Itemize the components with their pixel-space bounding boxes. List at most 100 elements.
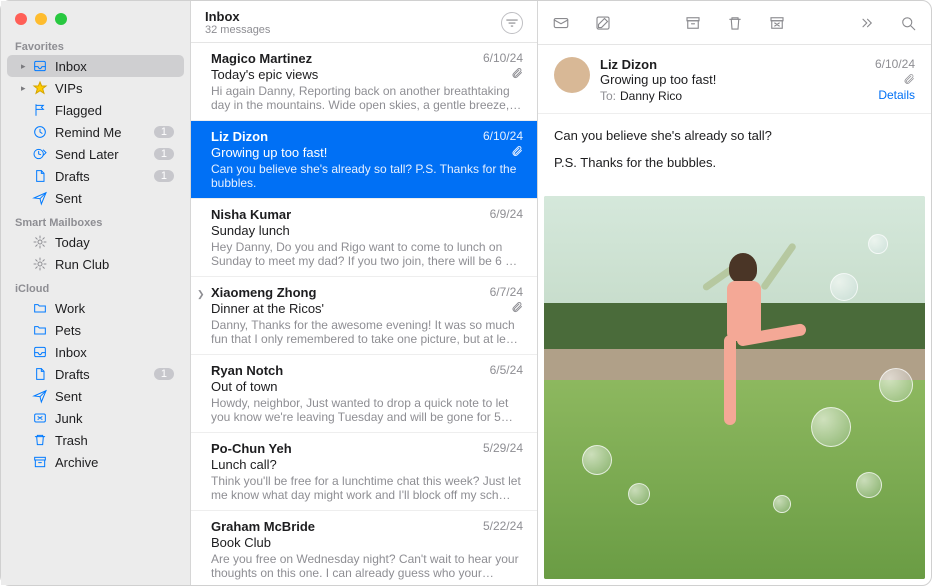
subject: Out of town — [211, 379, 523, 394]
sidebar-item-today[interactable]: ▸Today — [7, 231, 184, 253]
folder-icon — [31, 322, 49, 338]
zoom-window-button[interactable] — [55, 13, 67, 25]
subject: Sunday lunch — [211, 223, 523, 238]
sidebar-item-trash[interactable]: ▸Trash — [7, 429, 184, 451]
sidebar-item-label: Today — [55, 235, 174, 250]
date: 5/29/24 — [483, 441, 523, 456]
date: 6/7/24 — [490, 285, 523, 300]
message-header: Liz Dizon Growing up too fast! To:Danny … — [538, 45, 931, 114]
doc-icon — [31, 366, 49, 382]
paperclip-icon — [511, 301, 523, 316]
clock-icon — [31, 124, 49, 140]
sidebar-item-sendlater[interactable]: ▸Send Later1 — [7, 143, 184, 165]
window-controls — [1, 1, 190, 33]
sender: Liz Dizon — [211, 129, 483, 144]
badge: 1 — [154, 170, 174, 182]
sidebar-item-label: Drafts — [55, 367, 154, 382]
paperclip-icon — [511, 145, 523, 160]
thread-chevron-icon: ❯ — [197, 289, 205, 300]
message-list-item[interactable]: Liz Dizon6/10/24Growing up too fast! Can … — [191, 121, 537, 199]
tray-icon — [31, 344, 49, 360]
sidebar-item-vips[interactable]: ▸VIPs — [7, 77, 184, 99]
mailbox-title: Inbox — [205, 9, 501, 24]
mailbox-count: 32 messages — [205, 24, 501, 36]
doc-icon — [31, 168, 49, 184]
disclosure-icon: ▸ — [21, 83, 31, 94]
sidebar-item-label: Run Club — [55, 257, 174, 272]
star-icon — [31, 80, 49, 96]
tray-icon — [31, 58, 49, 74]
sidebar-item-pets[interactable]: ▸Pets — [7, 319, 184, 341]
message-list-item[interactable]: Ryan Notch6/5/24Out of townHowdy, neighb… — [191, 355, 537, 433]
message-list[interactable]: Magico Martinez6/10/24Today's epic views… — [191, 43, 537, 585]
sidebar: Favorites ▸Inbox▸VIPs▸Flagged▸Remind Me1… — [1, 1, 191, 585]
message-list-item[interactable]: Po-Chun Yeh5/29/24Lunch call? Think you'l… — [191, 433, 537, 511]
attachment-icon — [903, 73, 915, 85]
paperplane-icon — [31, 388, 49, 404]
sidebar-item-csent[interactable]: ▸Sent — [7, 385, 184, 407]
sidebar-item-archive[interactable]: ▸Archive — [7, 451, 184, 473]
preview-text: Are you free on Wednesday night? Can't w… — [211, 552, 523, 580]
subject: Lunch call? — [211, 457, 523, 472]
sidebar-item-runclub[interactable]: ▸Run Club — [7, 253, 184, 275]
subject: Growing up too fast! — [211, 145, 507, 160]
badge: 1 — [154, 148, 174, 160]
message-list-item[interactable]: Magico Martinez6/10/24Today's epic views… — [191, 43, 537, 121]
recipient: To:Danny Rico — [600, 89, 682, 103]
clock-send-icon — [31, 146, 49, 162]
subject: Dinner at the Ricos' — [211, 301, 507, 316]
sidebar-item-label: Send Later — [55, 147, 154, 162]
sender: Ryan Notch — [211, 363, 490, 378]
xbox-icon — [31, 410, 49, 426]
sidebar-item-drafts[interactable]: ▸Drafts1 — [7, 165, 184, 187]
junk-button[interactable] — [766, 12, 788, 34]
details-link[interactable]: Details — [875, 88, 915, 102]
sidebar-item-junk[interactable]: ▸Junk — [7, 407, 184, 429]
preview-text: Think you'll be free for a lunchtime cha… — [211, 474, 523, 502]
delete-button[interactable] — [724, 12, 746, 34]
filter-button[interactable] — [501, 12, 523, 34]
sender: Xiaomeng Zhong — [211, 285, 490, 300]
sidebar-item-remindme[interactable]: ▸Remind Me1 — [7, 121, 184, 143]
compose-button[interactable] — [592, 12, 614, 34]
sender-avatar — [554, 57, 590, 93]
sidebar-item-cinbox[interactable]: ▸Inbox — [7, 341, 184, 363]
sidebar-item-label: Junk — [55, 411, 174, 426]
sidebar-item-inbox[interactable]: ▸Inbox — [7, 55, 184, 77]
message-list-item[interactable]: Graham McBride5/22/24Book ClubAre you fr… — [191, 511, 537, 585]
search-button[interactable] — [897, 12, 919, 34]
badge: 1 — [154, 368, 174, 380]
message-body: Can you believe she's already so tall? P… — [538, 114, 931, 196]
gear-gray-icon — [31, 256, 49, 272]
date: 6/5/24 — [490, 363, 523, 378]
sender: Po-Chun Yeh — [211, 441, 483, 456]
date: 6/9/24 — [490, 207, 523, 222]
sidebar-item-flagged[interactable]: ▸Flagged — [7, 99, 184, 121]
date: 6/10/24 — [483, 129, 523, 144]
sidebar-item-cdrafts[interactable]: ▸Drafts1 — [7, 363, 184, 385]
message-list-pane: Inbox 32 messages Magico Martinez6/10/24… — [191, 1, 538, 585]
sender: Magico Martinez — [211, 51, 483, 66]
date: 5/22/24 — [483, 519, 523, 534]
paperclip-icon — [511, 67, 523, 82]
sidebar-item-label: Drafts — [55, 169, 154, 184]
sidebar-item-sent[interactable]: ▸Sent — [7, 187, 184, 209]
reply-button[interactable] — [550, 12, 572, 34]
preview-text: Danny, Thanks for the awesome evening! I… — [211, 318, 523, 346]
archive-button[interactable] — [682, 12, 704, 34]
message-date: 6/10/24 — [875, 57, 915, 71]
more-button[interactable] — [855, 12, 877, 34]
sidebar-item-label: Work — [55, 301, 174, 316]
minimize-window-button[interactable] — [35, 13, 47, 25]
message-list-item[interactable]: ❯ Xiaomeng Zhong6/7/24Dinner at the Ricos… — [191, 277, 537, 355]
message-list-item[interactable]: Nisha Kumar6/9/24Sunday lunchHey Danny, … — [191, 199, 537, 277]
close-window-button[interactable] — [15, 13, 27, 25]
sidebar-item-work[interactable]: ▸Work — [7, 297, 184, 319]
sidebar-item-label: Remind Me — [55, 125, 154, 140]
preview-text: Hi again Danny, Reporting back on anothe… — [211, 84, 523, 112]
preview-text: Hey Danny, Do you and Rigo want to come … — [211, 240, 523, 268]
subject: Book Club — [211, 535, 523, 550]
flag-icon — [31, 102, 49, 118]
toolbar — [538, 1, 931, 45]
preview-text: Can you believe she's already so tall? P… — [211, 162, 523, 190]
